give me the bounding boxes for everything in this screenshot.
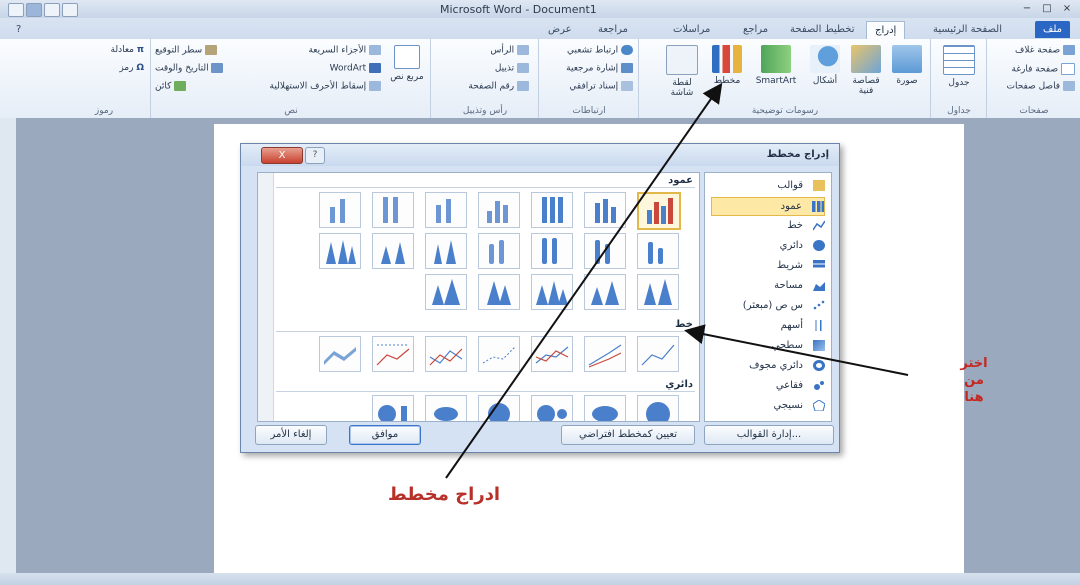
arrow-to-chart-button [445, 82, 723, 479]
annotation-insert-chart: ادراج مخطط [388, 484, 501, 505]
annotation-arrows [445, 82, 909, 479]
annotation-choose-here: اختر من هنا [960, 356, 988, 405]
arrow-to-line-section [684, 324, 909, 376]
